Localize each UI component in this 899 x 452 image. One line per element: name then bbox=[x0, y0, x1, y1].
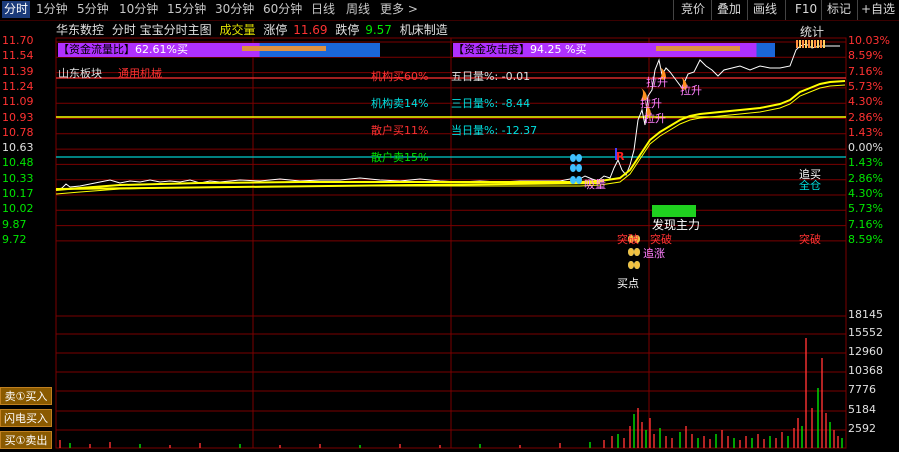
percent-tick-label: 10.03% bbox=[848, 34, 890, 47]
butterfly-wing bbox=[576, 176, 582, 184]
gold-butterfly-icon bbox=[634, 248, 640, 256]
price-tick-label: 10.17 bbox=[2, 187, 34, 200]
volume-tick-label: 15552 bbox=[848, 326, 883, 339]
main-force-block bbox=[652, 205, 696, 217]
percent-tick-label: 7.16% bbox=[848, 217, 883, 231]
percent-tick-label: 1.43% bbox=[848, 156, 883, 170]
percent-tick-label: 8.59% bbox=[848, 49, 883, 63]
signal-lashen-4: 拉升 bbox=[644, 112, 666, 125]
retail-sell-label: 散户卖15% bbox=[371, 151, 429, 164]
butterfly-icon bbox=[570, 154, 582, 162]
volume-tick-label: 7776 bbox=[848, 383, 876, 396]
limit-up-marker bbox=[820, 40, 822, 48]
signal-lashen-2: 拉升 bbox=[680, 84, 702, 97]
limit-up-marker bbox=[814, 40, 816, 48]
percent-tick-label: 7.16% bbox=[848, 64, 883, 78]
limit-up-marker bbox=[802, 40, 804, 48]
butterfly-wing bbox=[576, 154, 582, 162]
price-tick-label: 10.33 bbox=[2, 171, 34, 185]
percent-tick-label: 8.59% bbox=[848, 232, 883, 246]
price-tick-label: 10.78 bbox=[2, 125, 34, 139]
percent-tick-label: 0.00% bbox=[848, 141, 883, 155]
signal-zhuizhang: 追涨 bbox=[643, 247, 665, 260]
butterfly-wing bbox=[570, 154, 576, 162]
retail-buy-label: 散户买11% bbox=[371, 124, 429, 137]
price-tick-label: 11.39 bbox=[2, 64, 34, 78]
volume-tick-label: 18145 bbox=[848, 308, 883, 321]
signal-tupo-1: 突破 bbox=[617, 233, 639, 246]
signal-lashen-1: 拉升 bbox=[646, 76, 668, 89]
price-tick-label: 10.93 bbox=[2, 110, 34, 124]
sector-label: 山东板块 bbox=[58, 67, 102, 80]
price-tick-label: 9.72 bbox=[2, 232, 27, 246]
percent-tick-label: 2.86% bbox=[848, 110, 883, 124]
volume-tick-label: 10368 bbox=[848, 364, 883, 377]
limit-up-marker bbox=[799, 40, 801, 48]
limit-up-marker bbox=[808, 40, 810, 48]
fund-attack-label: 【资金攻击度】94.25 %买 bbox=[453, 43, 587, 56]
signal-tupo-2: 突破 bbox=[650, 233, 672, 246]
butterfly-wing bbox=[576, 164, 582, 172]
limit-up-marker bbox=[796, 40, 798, 48]
signal-faxian: 发现主力 bbox=[652, 218, 701, 232]
signal-maidian: 买点 bbox=[617, 277, 639, 290]
five-day-volume: 五日量%: -0.01 bbox=[451, 70, 531, 83]
inst-buy-label: 机构买60% bbox=[371, 70, 429, 83]
fund-flow-label: 【资金流量比】62.61%买 bbox=[58, 43, 188, 56]
limit-up-marker bbox=[817, 40, 819, 48]
signal-xiliang: 吸量 bbox=[584, 178, 606, 191]
limit-up-marker bbox=[811, 40, 813, 48]
volume-tick-label: 12960 bbox=[848, 345, 883, 358]
today-volume: 当日量%: -12.37 bbox=[451, 124, 538, 137]
buy1-sell-button[interactable]: 买①卖出 bbox=[0, 431, 52, 449]
price-tick-label: 10.63 bbox=[2, 141, 34, 155]
price-tick-label: 11.24 bbox=[2, 79, 34, 93]
signal-marks bbox=[570, 40, 825, 269]
price-tick-label: 10.48 bbox=[2, 156, 34, 170]
signal-tupo-3: 突破 bbox=[799, 233, 821, 246]
limit-up-marker bbox=[823, 40, 825, 48]
signal-lashen-3: 拉升 bbox=[640, 97, 662, 110]
price-tick-label: 9.87 bbox=[2, 217, 27, 231]
price-tick-label: 11.09 bbox=[2, 95, 34, 109]
percent-tick-label: 5.73% bbox=[848, 202, 883, 216]
inst-sell-label: 机构卖14% bbox=[371, 97, 429, 110]
percent-tick-label: 4.30% bbox=[848, 95, 883, 109]
gold-butterfly-icon bbox=[628, 248, 634, 256]
volume-tick-label: 5184 bbox=[848, 403, 876, 416]
price-tick-label: 11.54 bbox=[2, 49, 34, 63]
gold-butterfly-icon bbox=[634, 261, 640, 269]
gold-butterfly-icon bbox=[628, 261, 634, 269]
price-tick-label: 11.70 bbox=[2, 34, 34, 47]
percent-tick-label: 2.86% bbox=[848, 171, 883, 185]
flash-buy-button[interactable]: 闪电买入 bbox=[0, 409, 52, 427]
sell1-buy-button[interactable]: 卖①买入 bbox=[0, 387, 52, 405]
limit-up-marker bbox=[805, 40, 807, 48]
percent-tick-label: 4.30% bbox=[848, 187, 883, 200]
volume-tick-label: 2592 bbox=[848, 422, 876, 435]
butterfly-wing bbox=[570, 164, 576, 172]
percent-tick-label: 1.43% bbox=[848, 125, 883, 139]
signal-quancang: 全仓 bbox=[799, 179, 821, 192]
concept-label: 通用机械 bbox=[118, 67, 162, 80]
percent-tick-label: 5.73% bbox=[848, 79, 883, 93]
price-tick-label: 10.02 bbox=[2, 202, 34, 216]
fund-attack-mini bbox=[656, 46, 740, 51]
three-day-volume: 三日量%: -8.44 bbox=[451, 97, 531, 110]
signal-r: R bbox=[616, 150, 625, 163]
butterfly-wing bbox=[570, 176, 576, 184]
butterfly-icon bbox=[570, 164, 582, 172]
fund-flow-mini bbox=[242, 46, 326, 51]
